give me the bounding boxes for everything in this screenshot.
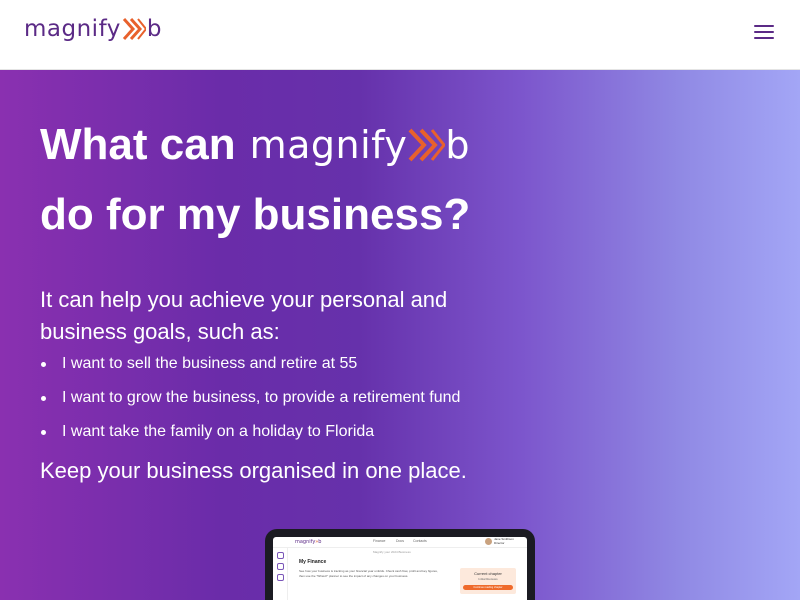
- preview-title: My Finance: [299, 559, 327, 565]
- logo-text: magnify: [24, 16, 121, 42]
- laptop-preview: magnify»b Finance Docs Contacts Jane Smi…: [265, 529, 535, 600]
- avatar: [485, 538, 492, 545]
- goals-list: I want to sell the business and retire a…: [40, 352, 460, 454]
- list-item: I want to grow the business, to provide …: [40, 386, 460, 420]
- hamburger-menu-icon[interactable]: [754, 25, 774, 41]
- preview-user-role: Director: [494, 540, 505, 545]
- preview-logo: magnify»b: [295, 539, 322, 545]
- preview-nav-link: Contacts: [413, 539, 427, 543]
- preview-user: Jane Smithson Director: [494, 537, 514, 545]
- list-item: I want take the family on a holiday to F…: [40, 420, 460, 454]
- preview-logo-end: b: [318, 539, 322, 545]
- preview-card-title: Current chapter: [474, 571, 502, 576]
- chevrons-icon: [122, 17, 146, 41]
- title-logo: magnify b: [250, 110, 470, 180]
- title-logo-text: magnify: [249, 123, 408, 167]
- preview-navbar: magnify»b Finance Docs Contacts Jane Smi…: [273, 537, 527, 548]
- app-screenshot: magnify»b Finance Docs Contacts Jane Smi…: [273, 537, 527, 600]
- preview-chapter-card: Current chapter Initial Reviews Continue…: [460, 568, 516, 594]
- logo-text-end: b: [146, 16, 162, 42]
- preview-subtitle: Magnify your 2024 Business: [373, 550, 411, 554]
- brand-logo[interactable]: magnify b: [24, 14, 162, 44]
- home-icon: [277, 574, 284, 581]
- site-header: magnify b: [0, 0, 800, 70]
- title-prefix: What can: [40, 120, 236, 169]
- title-logo-text-end: b: [445, 123, 470, 167]
- intro-text: It can help you achieve your personal an…: [40, 287, 448, 344]
- preview-sidebar: [273, 548, 288, 600]
- preview-card-sub: Initial Reviews: [478, 577, 498, 581]
- chart-icon: [277, 563, 284, 570]
- hero-section: What can magnify b do for my business? I…: [0, 70, 800, 600]
- hero-title: What can magnify b do for my business?: [40, 110, 470, 250]
- preview-nav-link: Docs: [396, 539, 404, 543]
- preview-nav-link: Finance: [373, 539, 386, 543]
- preview-card-button: Continue reading chapter: [463, 585, 513, 590]
- preview-body: See how your business is tracking as you…: [299, 569, 438, 578]
- tagline: Keep your business organised in one plac…: [40, 458, 467, 483]
- list-item: I want to sell the business and retire a…: [40, 352, 460, 386]
- preview-logo-text: magnify: [295, 539, 316, 545]
- title-line2: do for my business?: [40, 190, 471, 239]
- chevron-right-icon: [277, 552, 284, 559]
- chevrons-icon: [408, 128, 446, 162]
